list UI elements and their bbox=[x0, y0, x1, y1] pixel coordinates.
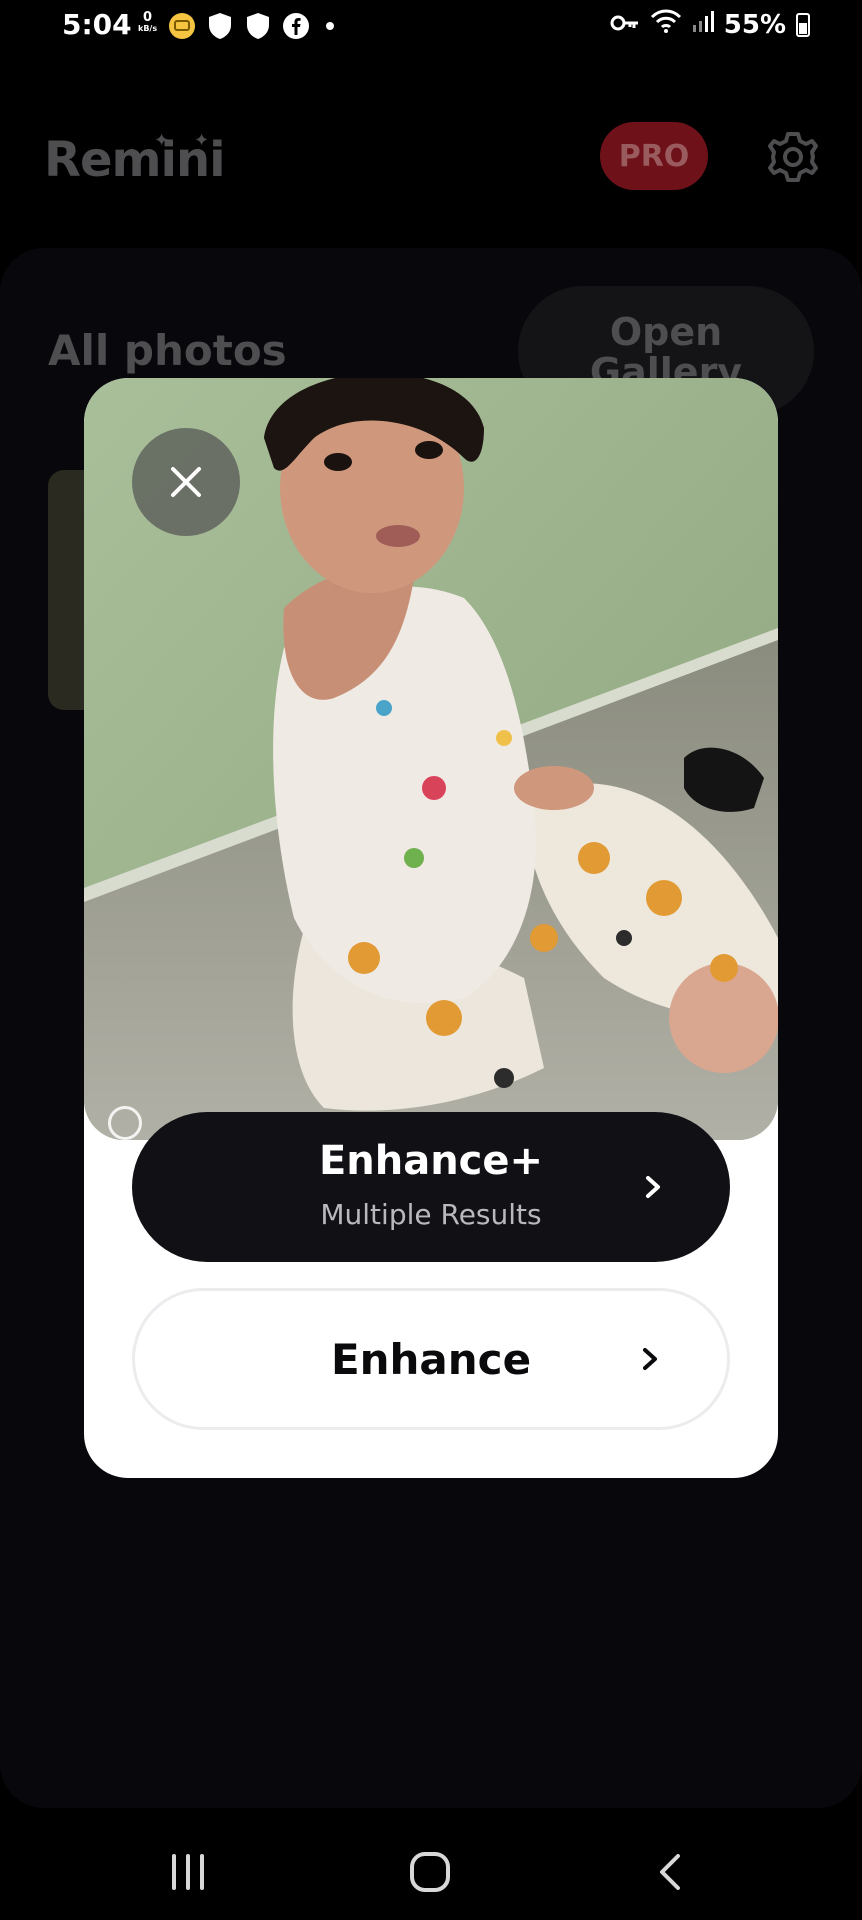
notification-icons bbox=[168, 12, 334, 40]
notification-dot-icon bbox=[326, 22, 334, 30]
chevron-right-icon bbox=[642, 1176, 664, 1198]
shield-icon bbox=[244, 12, 272, 40]
system-status: 55% bbox=[610, 8, 810, 41]
net-speed-unit: kB/s bbox=[138, 24, 158, 33]
section-title: All photos bbox=[48, 326, 287, 375]
close-icon bbox=[171, 467, 201, 497]
pro-button[interactable]: PRO bbox=[600, 122, 708, 190]
enhance-plus-title: Enhance+ bbox=[318, 1138, 544, 1184]
sparkle-icon: ✦ bbox=[194, 130, 210, 151]
message-bubble-icon bbox=[168, 12, 196, 40]
battery-icon bbox=[796, 12, 810, 37]
gear-icon[interactable] bbox=[764, 128, 822, 186]
selected-photo bbox=[84, 378, 778, 1140]
cell-signal-icon bbox=[692, 9, 714, 40]
camera-watermark-icon bbox=[108, 1106, 142, 1140]
enhance-modal: Enhance+ Multiple Results Enhance bbox=[84, 378, 778, 1478]
net-speed: 0 kB/s bbox=[138, 10, 158, 34]
enhance-plus-button[interactable]: Enhance+ Multiple Results bbox=[132, 1112, 730, 1262]
battery-text: 55% bbox=[723, 9, 786, 40]
chevron-right-icon bbox=[639, 1348, 661, 1370]
wifi-icon bbox=[650, 8, 682, 41]
enhance-button[interactable]: Enhance bbox=[132, 1288, 730, 1430]
enhance-plus-subtitle: Multiple Results bbox=[320, 1198, 542, 1231]
sparkle-icon: ✦ bbox=[154, 130, 170, 151]
system-nav-bar bbox=[0, 1808, 862, 1920]
vpn-key-icon bbox=[610, 10, 640, 40]
home-icon[interactable] bbox=[400, 1842, 460, 1902]
back-icon[interactable] bbox=[640, 1842, 700, 1902]
recent-apps-icon[interactable] bbox=[158, 1842, 218, 1902]
close-button[interactable] bbox=[132, 428, 240, 536]
status-time: 5:04 bbox=[62, 8, 132, 41]
shield-icon bbox=[206, 12, 234, 40]
net-speed-value: 0 bbox=[143, 10, 153, 25]
status-bar: 5:04 0 kB/s 55% bbox=[0, 0, 862, 52]
facebook-icon bbox=[282, 12, 310, 40]
